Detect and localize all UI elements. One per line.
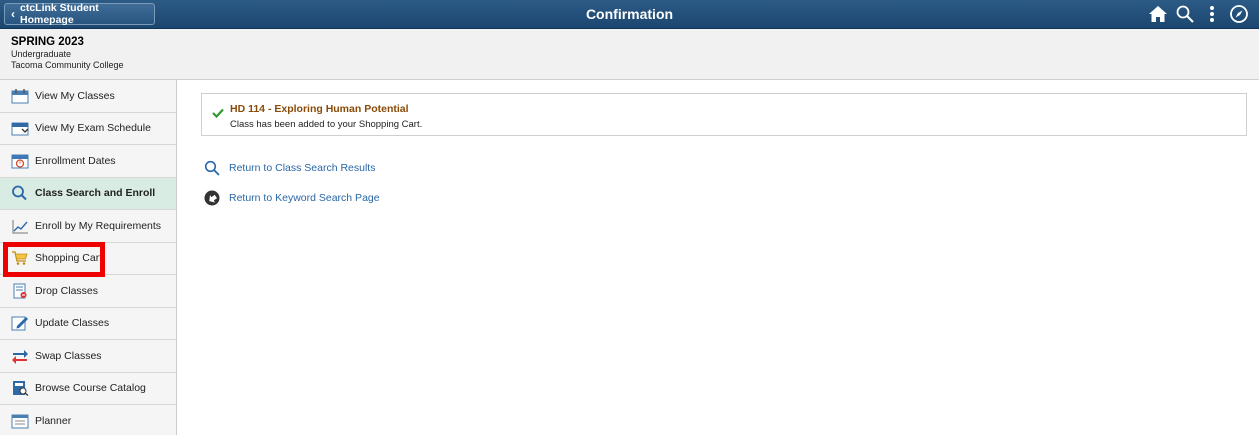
edit-icon [11, 315, 29, 331]
drop-classes-icon [11, 283, 29, 299]
confirmation-message: HD 114 - Exploring Human Potential Class… [201, 93, 1247, 136]
chart-line-icon [11, 218, 29, 234]
back-button-label: ctcLink Student Homepage [20, 2, 99, 26]
sidebar: View My Classes View My Exam Schedule En… [0, 80, 177, 435]
exam-calendar-icon [11, 120, 29, 136]
page-title: Confirmation [585, 6, 674, 22]
actions-menu-icon[interactable] [1202, 4, 1222, 24]
sidebar-item-label: Update Classes [35, 317, 110, 330]
sidebar-item-browse-course-catalog[interactable]: Browse Course Catalog [0, 373, 176, 405]
search-icon [11, 185, 29, 201]
search-icon[interactable] [1175, 4, 1195, 24]
catalog-icon [11, 380, 29, 397]
sidebar-item-update-classes[interactable]: Update Classes [0, 308, 176, 340]
shopping-cart-icon [11, 250, 29, 266]
term-label: SPRING 2023 [11, 36, 84, 48]
swap-icon [11, 348, 29, 364]
chevron-left-icon: ‹ [11, 7, 15, 21]
sidebar-item-enrollment-dates[interactable]: Enrollment Dates [0, 145, 176, 178]
sidebar-item-label: Class Search and Enroll [35, 187, 156, 200]
sidebar-item-swap-classes[interactable]: Swap Classes [0, 340, 176, 373]
sidebar-item-label: Planner [35, 414, 72, 427]
return-to-class-search-label[interactable]: Return to Class Search Results [229, 162, 375, 174]
return-to-class-search-link[interactable]: Return to Class Search Results [204, 160, 375, 176]
sidebar-item-label: Browse Course Catalog [35, 382, 146, 395]
sidebar-item-planner[interactable]: Planner [0, 405, 176, 435]
calendar-icon [11, 88, 29, 104]
enrollment-dates-icon [11, 153, 29, 169]
sidebar-item-view-my-exam-schedule[interactable]: View My Exam Schedule [0, 113, 176, 145]
sidebar-item-shopping-cart[interactable]: Shopping Cart [0, 243, 176, 275]
sidebar-item-class-search-and-enroll[interactable]: Class Search and Enroll [0, 177, 176, 210]
sidebar-item-label: View My Classes [35, 89, 115, 102]
sidebar-item-label: Shopping Cart [35, 252, 103, 265]
search-icon [204, 160, 220, 176]
sidebar-item-label: Swap Classes [35, 349, 102, 362]
sidebar-item-drop-classes[interactable]: Drop Classes [0, 275, 176, 308]
sidebar-item-label: Drop Classes [35, 284, 99, 297]
institution-label: Tacoma Community College [11, 60, 124, 70]
checkmark-icon [212, 105, 224, 119]
sidebar-item-view-my-classes[interactable]: View My Classes [0, 80, 176, 113]
return-arrow-icon [204, 190, 220, 206]
home-icon[interactable] [1148, 4, 1168, 24]
class-title: HD 114 - Exploring Human Potential [230, 103, 409, 115]
sidebar-item-label: View My Exam Schedule [35, 122, 151, 135]
planner-icon [11, 413, 29, 429]
navbar-icon[interactable] [1229, 4, 1249, 24]
return-to-keyword-search-label[interactable]: Return to Keyword Search Page [229, 192, 380, 204]
sidebar-item-label: Enroll by My Requirements [35, 219, 162, 232]
context-header: SPRING 2023 Undergraduate Tacoma Communi… [0, 29, 1259, 80]
sidebar-item-label: Enrollment Dates [35, 154, 116, 167]
career-label: Undergraduate [11, 49, 72, 59]
confirmation-text: Class has been added to your Shopping Ca… [230, 119, 423, 130]
return-to-keyword-search-link[interactable]: Return to Keyword Search Page [204, 190, 380, 206]
back-button[interactable]: ‹ ctcLink Student Homepage [4, 2, 155, 26]
sidebar-item-enroll-by-my-requirements[interactable]: Enroll by My Requirements [0, 210, 176, 243]
top-banner: ‹ ctcLink Student Homepage Confirmation [0, 0, 1259, 29]
